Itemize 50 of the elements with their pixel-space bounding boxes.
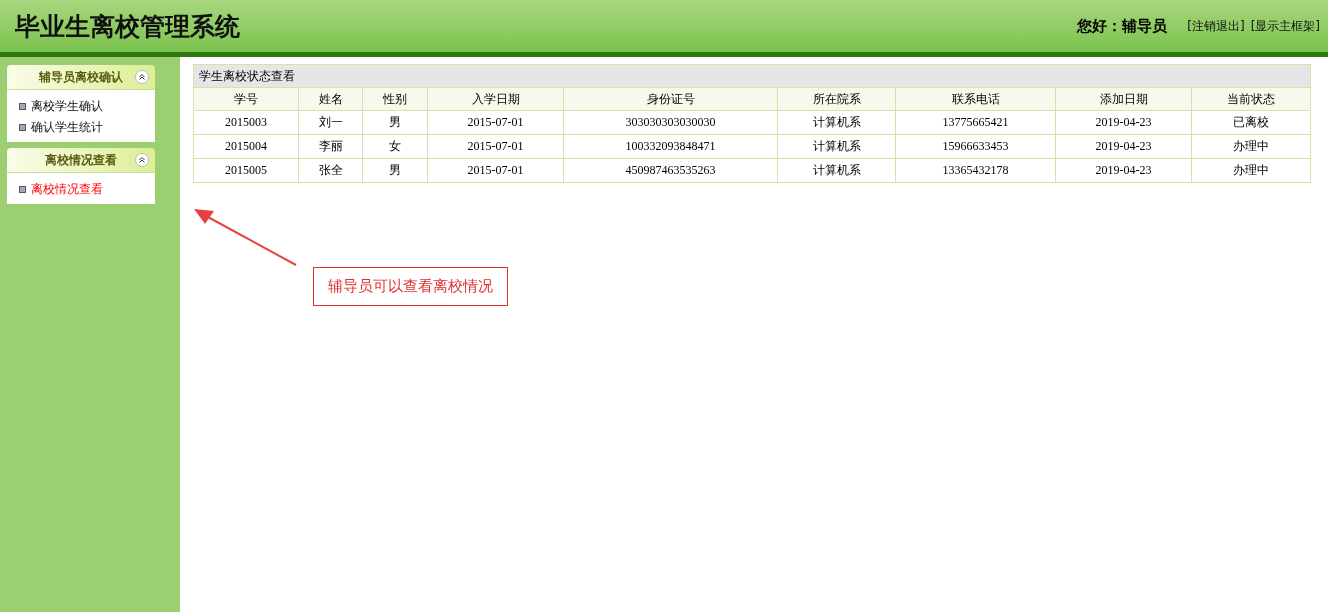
table-cell: 计算机系 <box>777 158 896 183</box>
menu-group-title: 辅导员离校确认 <box>39 68 123 86</box>
table-cell: 计算机系 <box>777 134 896 159</box>
table-cell: 办理中 <box>1191 134 1311 159</box>
column-header: 联系电话 <box>895 87 1056 111</box>
menu-group-title: 离校情况查看 <box>45 151 117 169</box>
table-cell: 2015005 <box>193 158 299 183</box>
table-cell: 2019-04-23 <box>1055 158 1192 183</box>
table-cell: 2015003 <box>193 110 299 135</box>
greeting-text: 您好：辅导员 <box>1077 16 1168 36</box>
table-cell: 张全 <box>298 158 363 183</box>
table-caption: 学生离校状态查看 <box>193 64 1311 88</box>
column-header: 添加日期 <box>1055 87 1192 111</box>
column-header: 性别 <box>362 87 428 111</box>
table-cell: 2015004 <box>193 134 299 159</box>
table-cell: 已离校 <box>1191 110 1311 135</box>
column-header: 姓名 <box>298 87 363 111</box>
app-title: 毕业生离校管理系统 <box>15 10 240 43</box>
annotation-note: 辅导员可以查看离校情况 <box>313 267 508 306</box>
table-cell: 100332093848471 <box>563 134 778 159</box>
table-cell: 男 <box>362 158 428 183</box>
table-cell: 13775665421 <box>895 110 1056 135</box>
table-cell: 李丽 <box>298 134 363 159</box>
header-link[interactable]: [注销退出] <box>1187 17 1245 35</box>
column-header: 入学日期 <box>427 87 564 111</box>
table-cell: 办理中 <box>1191 158 1311 183</box>
table-cell: 2015-07-01 <box>427 134 564 159</box>
table-cell: 女 <box>362 134 428 159</box>
column-header: 当前状态 <box>1191 87 1311 111</box>
menu-group-header[interactable]: 辅导员离校确认 <box>7 65 155 90</box>
table-cell: 13365432178 <box>895 158 1056 183</box>
table-cell: 2019-04-23 <box>1055 110 1192 135</box>
table-cell: 2015-07-01 <box>427 158 564 183</box>
table-cell: 男 <box>362 110 428 135</box>
column-header: 学号 <box>193 87 299 111</box>
table-cell: 2019-04-23 <box>1055 134 1192 159</box>
collapse-icon[interactable] <box>135 70 149 84</box>
table-cell: 450987463535263 <box>563 158 778 183</box>
table-cell: 计算机系 <box>777 110 896 135</box>
table-cell: 2015-07-01 <box>427 110 564 135</box>
table-cell: 15966633453 <box>895 134 1056 159</box>
header-link[interactable]: [显示主框架] <box>1250 17 1320 35</box>
column-header: 所在院系 <box>777 87 896 111</box>
table-cell: 303030303030030 <box>563 110 778 135</box>
menu-item[interactable]: 确认学生统计 <box>19 117 155 138</box>
column-header: 身份证号 <box>563 87 778 111</box>
table-cell: 刘一 <box>298 110 363 135</box>
menu-item[interactable]: 离校学生确认 <box>19 96 155 117</box>
collapse-icon[interactable] <box>135 153 149 167</box>
menu-group-header[interactable]: 离校情况查看 <box>7 148 155 173</box>
